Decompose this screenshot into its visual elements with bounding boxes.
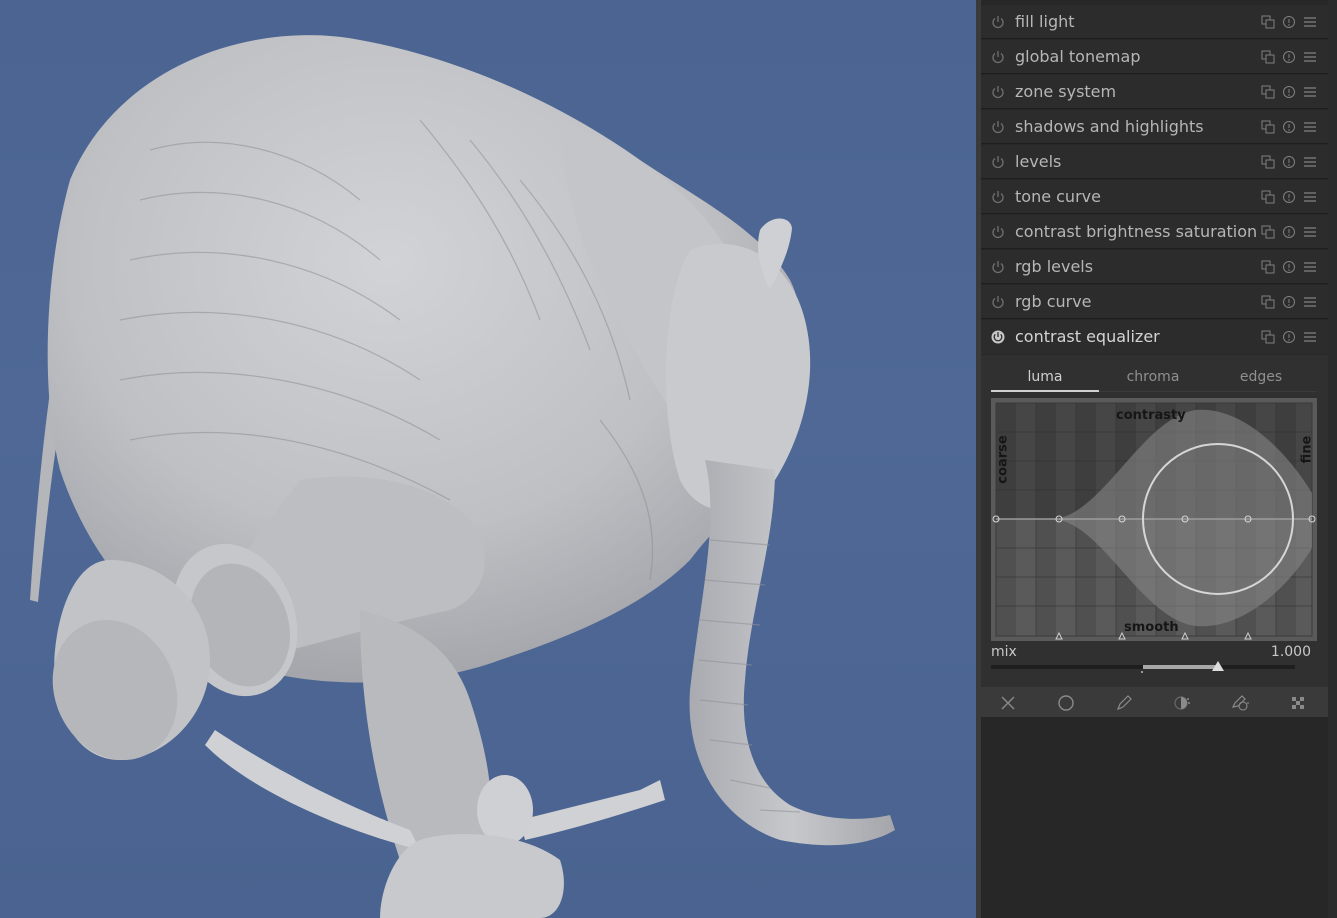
presets-icon[interactable] xyxy=(1261,155,1275,169)
presets-icon[interactable] xyxy=(1261,85,1275,99)
menu-icon[interactable] xyxy=(1303,295,1317,309)
power-icon[interactable] xyxy=(991,155,1005,169)
module-label: levels xyxy=(1015,152,1062,171)
power-icon[interactable] xyxy=(991,120,1005,134)
module-label: rgb levels xyxy=(1015,257,1094,276)
mix-slider-thumb[interactable] xyxy=(1212,661,1224,671)
reset-icon[interactable] xyxy=(1282,295,1296,309)
graph-label-right: fine xyxy=(1299,435,1315,464)
reset-icon[interactable] xyxy=(1282,330,1296,344)
module-row[interactable]: contrast brightness saturation xyxy=(981,215,1328,249)
power-icon[interactable] xyxy=(991,225,1005,239)
power-icon[interactable] xyxy=(991,260,1005,274)
reset-icon[interactable] xyxy=(1282,15,1296,29)
drawn-mask-icon[interactable] xyxy=(1115,694,1133,712)
power-icon[interactable] xyxy=(991,50,1005,64)
module-label: shadows and highlights xyxy=(1015,117,1204,136)
module-label: zone system xyxy=(1015,82,1117,101)
graph-label-bottom: smooth xyxy=(1124,620,1179,635)
presets-icon[interactable] xyxy=(1261,225,1275,239)
raster-mask-icon[interactable] xyxy=(1289,694,1307,712)
module-row[interactable]: rgb levels xyxy=(981,250,1328,284)
menu-icon[interactable] xyxy=(1303,225,1317,239)
reset-icon[interactable] xyxy=(1282,155,1296,169)
menu-icon[interactable] xyxy=(1303,330,1317,344)
module-row[interactable]: levels xyxy=(981,145,1328,179)
drawn-parametric-mask-icon[interactable] xyxy=(1231,694,1249,712)
menu-icon[interactable] xyxy=(1303,155,1317,169)
tab-edges[interactable]: edges xyxy=(1207,369,1315,385)
tab-selected-indicator xyxy=(991,390,1099,392)
module-label: tone curve xyxy=(1015,187,1101,206)
module-row[interactable]: zone system xyxy=(981,75,1328,109)
power-on-icon[interactable] xyxy=(991,330,1005,344)
mix-slider-fill xyxy=(1143,665,1219,669)
off-icon[interactable] xyxy=(999,694,1017,712)
menu-icon[interactable] xyxy=(1303,85,1317,99)
reset-icon[interactable] xyxy=(1282,85,1296,99)
module-label: contrast brightness saturation xyxy=(1015,222,1258,241)
reset-icon[interactable] xyxy=(1282,50,1296,64)
module-panel: fill light global tonemap zone system sh… xyxy=(981,0,1328,918)
presets-icon[interactable] xyxy=(1261,120,1275,134)
reset-icon[interactable] xyxy=(1282,225,1296,239)
menu-icon[interactable] xyxy=(1303,50,1317,64)
presets-icon[interactable] xyxy=(1261,330,1275,344)
mix-value: 1.000 xyxy=(1270,644,1311,660)
module-row[interactable]: shadows and highlights xyxy=(981,110,1328,144)
equalizer-graph[interactable]: contrasty smooth coarse fine xyxy=(991,398,1317,641)
equalizer-curve xyxy=(992,402,1316,640)
power-icon[interactable] xyxy=(991,15,1005,29)
graph-label-left: coarse xyxy=(995,435,1011,484)
module-label: contrast equalizer xyxy=(1015,327,1160,346)
contrast-equalizer-body: luma chroma edges contrasty smooth coars… xyxy=(981,355,1328,687)
menu-icon[interactable] xyxy=(1303,190,1317,204)
mix-label: mix xyxy=(991,644,1017,660)
parametric-mask-icon[interactable] xyxy=(1173,694,1191,712)
presets-icon[interactable] xyxy=(1261,260,1275,274)
presets-icon[interactable] xyxy=(1261,190,1275,204)
tab-chroma[interactable]: chroma xyxy=(1099,369,1207,385)
reset-icon[interactable] xyxy=(1282,120,1296,134)
module-row[interactable]: fill light xyxy=(981,5,1328,39)
right-scrollbar[interactable] xyxy=(1328,0,1337,918)
power-icon[interactable] xyxy=(991,85,1005,99)
graph-label-top: contrasty xyxy=(1116,408,1186,423)
module-label: fill light xyxy=(1015,12,1075,31)
menu-icon[interactable] xyxy=(1303,260,1317,274)
menu-icon[interactable] xyxy=(1303,15,1317,29)
module-row[interactable]: rgb curve xyxy=(981,285,1328,319)
module-row[interactable]: tone curve xyxy=(981,180,1328,214)
mix-slider-center-mark xyxy=(1141,671,1143,673)
presets-icon[interactable] xyxy=(1261,50,1275,64)
elephant-statue-image xyxy=(30,35,895,918)
module-label: global tonemap xyxy=(1015,47,1141,66)
power-icon[interactable] xyxy=(991,295,1005,309)
image-canvas[interactable] xyxy=(0,0,976,918)
uniform-icon[interactable] xyxy=(1057,694,1075,712)
reset-icon[interactable] xyxy=(1282,190,1296,204)
power-icon[interactable] xyxy=(991,190,1005,204)
mask-toolbar xyxy=(981,687,1328,717)
reset-icon[interactable] xyxy=(1282,260,1296,274)
menu-icon[interactable] xyxy=(1303,120,1317,134)
presets-icon[interactable] xyxy=(1261,15,1275,29)
presets-icon[interactable] xyxy=(1261,295,1275,309)
tab-luma[interactable]: luma xyxy=(991,369,1099,385)
module-row-active[interactable]: contrast equalizer xyxy=(981,320,1328,354)
module-label: rgb curve xyxy=(1015,292,1092,311)
module-row[interactable]: global tonemap xyxy=(981,40,1328,74)
